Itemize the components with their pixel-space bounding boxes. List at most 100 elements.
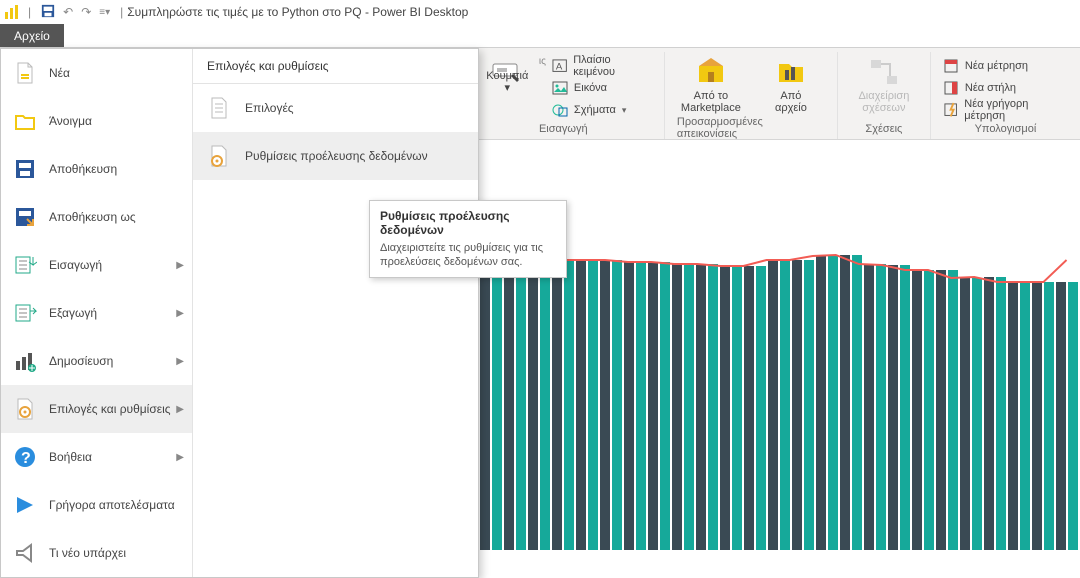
bar-dark[interactable] [1032, 282, 1042, 550]
bar-group[interactable] [528, 260, 550, 550]
bar-group[interactable] [792, 260, 814, 550]
bar-group[interactable] [624, 262, 646, 550]
backstage-quick-results[interactable]: Γρήγορα αποτελέσματα [1, 481, 192, 529]
bar-group[interactable] [840, 255, 862, 550]
backstage-save-as[interactable]: Αποθήκευση ως [1, 193, 192, 241]
bar-dark[interactable] [960, 278, 970, 550]
backstage-export[interactable]: Εξαγωγή▶ [1, 289, 192, 337]
backstage-help[interactable]: ?Βοήθεια▶ [1, 433, 192, 481]
bar-dark[interactable] [744, 266, 754, 550]
bar-dark[interactable] [1056, 282, 1066, 550]
bar-group[interactable] [552, 260, 574, 550]
bar-dark[interactable] [624, 262, 634, 550]
undo-icon[interactable]: ↶ [63, 5, 73, 19]
bar-group[interactable] [480, 265, 502, 550]
bar-teal[interactable] [900, 265, 910, 550]
bar-teal[interactable] [996, 277, 1006, 550]
bar-group[interactable] [936, 270, 958, 550]
bar-dark[interactable] [840, 255, 850, 550]
bar-teal[interactable] [516, 265, 526, 550]
bar-dark[interactable] [888, 265, 898, 550]
bar-dark[interactable] [984, 277, 994, 550]
bar-group[interactable] [816, 256, 838, 550]
bar-group[interactable] [888, 265, 910, 550]
bar-teal[interactable] [828, 256, 838, 550]
bar-teal[interactable] [636, 262, 646, 550]
bar-teal[interactable] [660, 262, 670, 550]
new-column-button[interactable]: Νέα στήλη [943, 78, 1068, 98]
manage-relationships-button[interactable]: Διαχείρισησχέσεων [850, 56, 918, 114]
file-tab[interactable]: Αρχείο [0, 24, 64, 47]
bar-group[interactable] [696, 264, 718, 550]
bar-teal[interactable] [588, 260, 598, 550]
backstage-options-item[interactable]: Επιλογές [193, 84, 478, 132]
bar-group[interactable] [648, 262, 670, 550]
bar-teal[interactable] [972, 278, 982, 550]
bar-dark[interactable] [768, 260, 778, 550]
bar-group[interactable] [1008, 282, 1030, 550]
bar-teal[interactable] [564, 260, 574, 550]
bar-dark[interactable] [552, 260, 562, 550]
new-measure-button[interactable]: Νέα μέτρηση [943, 56, 1068, 76]
bar-dark[interactable] [504, 265, 514, 550]
bar-teal[interactable] [756, 266, 766, 550]
bar-dark[interactable] [600, 260, 610, 550]
redo-icon[interactable]: ↷ [81, 5, 91, 19]
combo-chart[interactable] [480, 250, 1080, 550]
bar-group[interactable] [720, 266, 742, 550]
textbox-button[interactable]: AΠλαίσιο κειμένου [552, 56, 652, 76]
bar-group[interactable] [504, 265, 526, 550]
bar-dark[interactable] [480, 265, 490, 550]
bar-group[interactable] [600, 260, 622, 550]
backstage-options-settings[interactable]: Επιλογές και ρυθμίσεις▶ [1, 385, 192, 433]
bar-group[interactable] [912, 270, 934, 550]
bar-group[interactable] [984, 277, 1006, 550]
buttons-dropdown[interactable]: ις Κουμπιά▾ [475, 56, 540, 94]
bar-dark[interactable] [648, 262, 658, 550]
bar-group[interactable] [1032, 282, 1054, 550]
backstage-whats-new[interactable]: Τι νέο υπάρχει [1, 529, 192, 577]
from-marketplace-button[interactable]: Από τοMarketplace [677, 56, 745, 114]
customize-qat-icon[interactable]: ≡▾ [99, 7, 110, 18]
bar-dark[interactable] [1008, 282, 1018, 550]
backstage-open[interactable]: Άνοιγμα [1, 97, 192, 145]
bar-group[interactable] [744, 266, 766, 550]
bar-dark[interactable] [792, 260, 802, 550]
save-icon[interactable] [41, 4, 55, 21]
bar-teal[interactable] [780, 260, 790, 550]
bar-dark[interactable] [864, 264, 874, 550]
bar-dark[interactable] [720, 266, 730, 550]
bar-group[interactable] [960, 278, 982, 550]
bar-teal[interactable] [1068, 282, 1078, 550]
bar-dark[interactable] [936, 270, 946, 550]
bar-teal[interactable] [876, 264, 886, 550]
bar-group[interactable] [1056, 282, 1078, 550]
from-file-button[interactable]: Απόαρχείο [757, 56, 825, 114]
bar-teal[interactable] [492, 265, 502, 550]
bar-group[interactable] [768, 260, 790, 550]
bar-teal[interactable] [924, 270, 934, 550]
bar-group[interactable] [672, 264, 694, 550]
bar-dark[interactable] [816, 256, 826, 550]
bar-group[interactable] [864, 264, 886, 550]
bar-dark[interactable] [576, 260, 586, 550]
bar-dark[interactable] [912, 270, 922, 550]
bar-teal[interactable] [708, 264, 718, 550]
bar-teal[interactable] [852, 255, 862, 550]
image-button[interactable]: Εικόνα [552, 78, 652, 98]
shapes-dropdown[interactable]: Σχήματα▾ [552, 100, 652, 120]
backstage-import[interactable]: Εισαγωγή▶ [1, 241, 192, 289]
bar-dark[interactable] [672, 264, 682, 550]
bar-teal[interactable] [1020, 282, 1030, 550]
bar-teal[interactable] [948, 270, 958, 550]
bar-teal[interactable] [732, 266, 742, 550]
bar-dark[interactable] [528, 260, 538, 550]
backstage-publish[interactable]: Δημοσίευση▶ [1, 337, 192, 385]
bar-teal[interactable] [684, 264, 694, 550]
backstage-datasource-settings-item[interactable]: Ρυθμίσεις προέλευσης δεδομένων [193, 132, 478, 180]
bar-teal[interactable] [804, 260, 814, 550]
new-quick-measure-button[interactable]: Νέα γρήγορη μέτρηση [943, 100, 1068, 120]
bar-teal[interactable] [1044, 282, 1054, 550]
backstage-save[interactable]: Αποθήκευση [1, 145, 192, 193]
bar-teal[interactable] [540, 260, 550, 550]
